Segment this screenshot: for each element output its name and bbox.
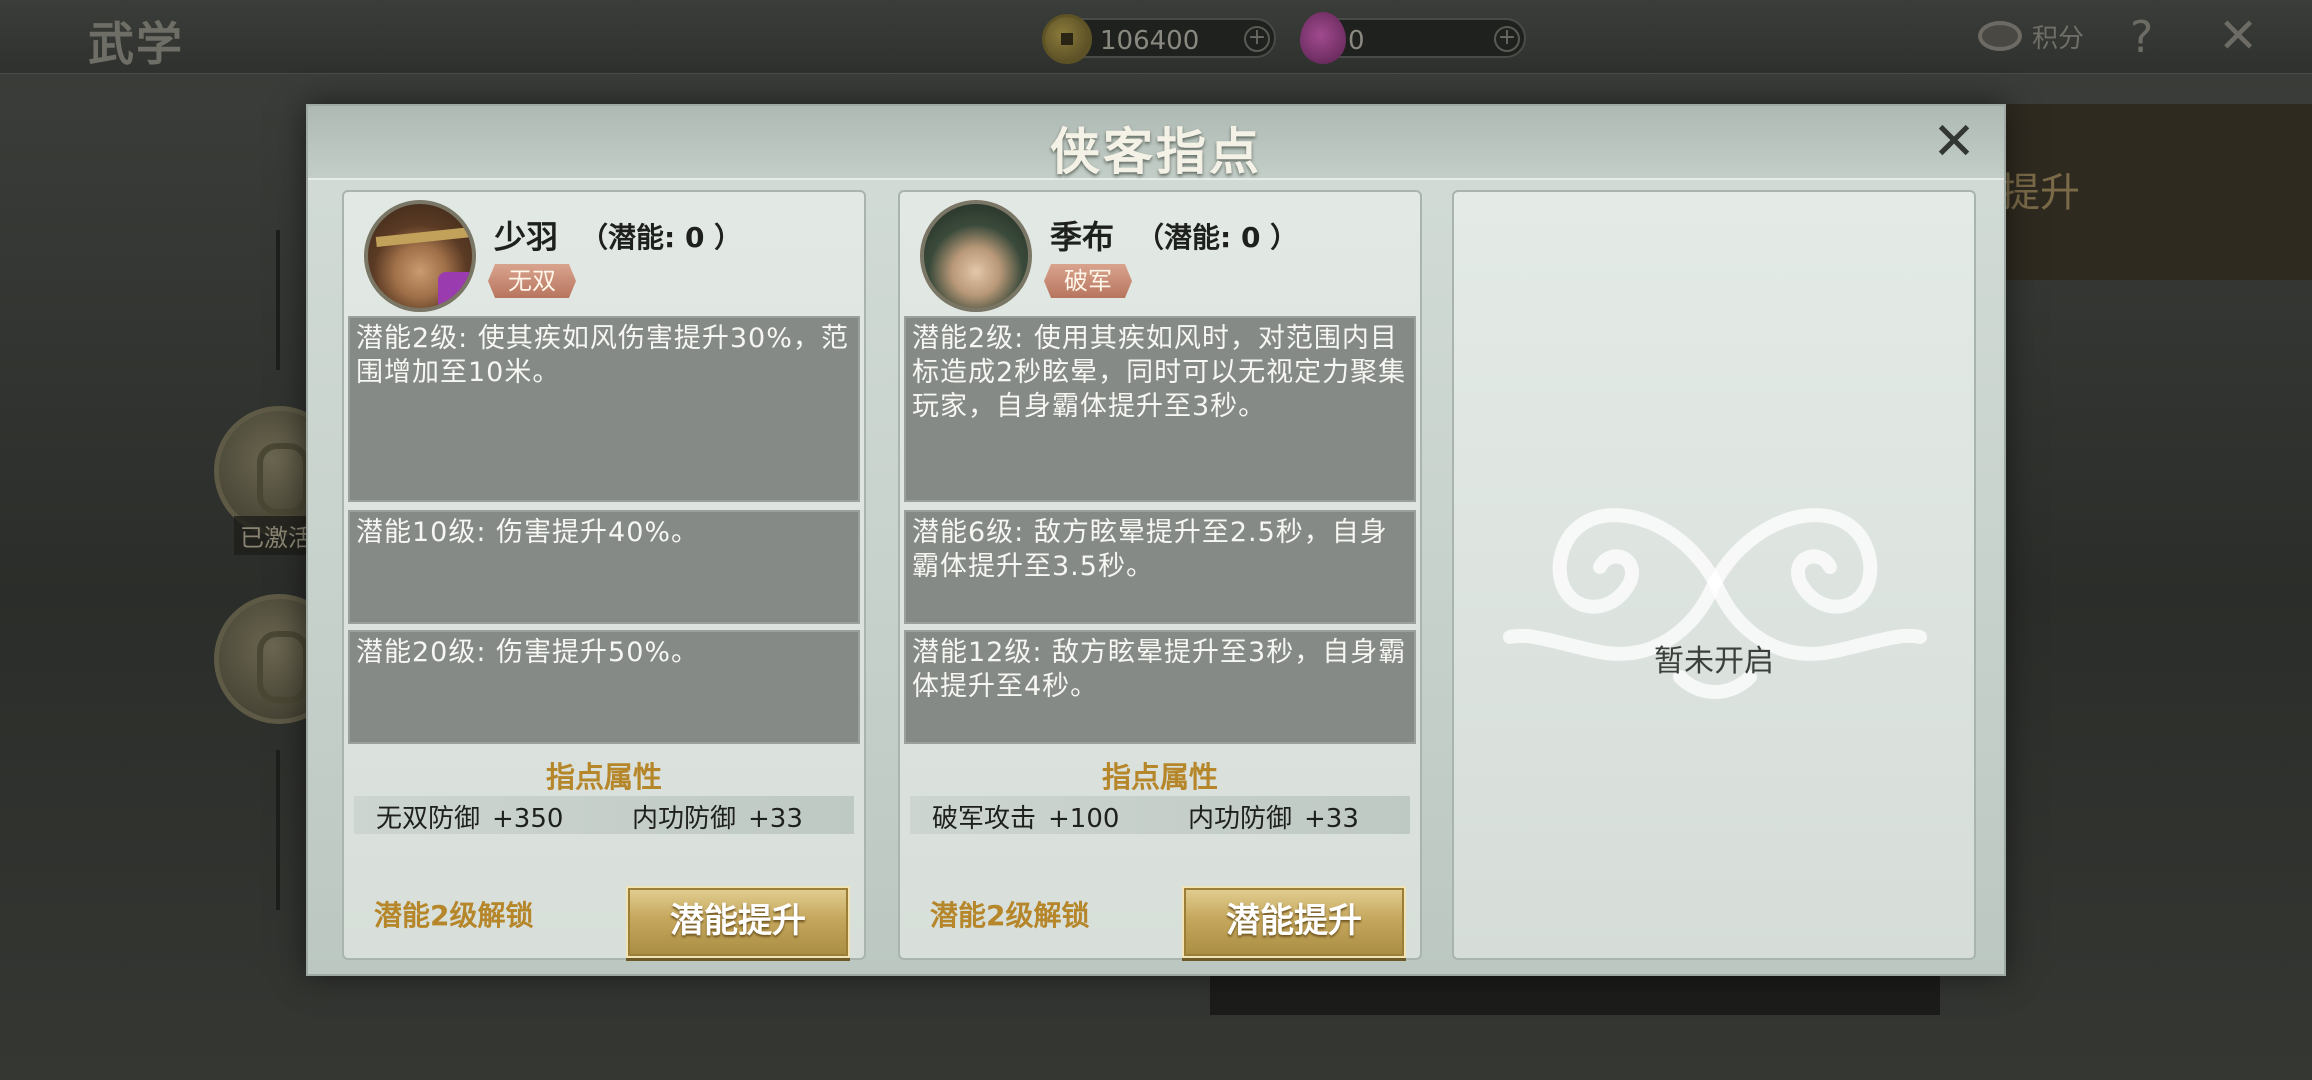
exit-icon[interactable]: ✕ — [2218, 8, 2258, 64]
attribute-value: +350 — [492, 804, 564, 834]
hero-avatar[interactable] — [920, 200, 1032, 312]
hero-card: 少羽 （潜能: 0 ） 无双 潜能2级: 使其疾如风伤害提升30%，范围增加至1… — [342, 190, 866, 960]
gem-icon — [1300, 12, 1346, 64]
hero-name: 少羽 — [494, 218, 559, 256]
attribute-value: +33 — [748, 804, 803, 834]
attribute-value: +100 — [1048, 804, 1120, 834]
score-label: 积分 — [2032, 23, 2085, 54]
mentor-dialog: 侠客指点 ✕ 少羽 （潜能: 0 ） 无双 潜能2级: 使其疾如风伤害提升30%… — [306, 104, 2006, 976]
score-icon — [1978, 21, 2022, 51]
attribute-title: 指点属性 — [545, 760, 662, 794]
timeline-line — [276, 750, 280, 910]
background-panel-text: 提升 — [2000, 170, 2080, 216]
locked-slot: 暂未开启 — [1452, 190, 1976, 960]
attribute-name: 内功防御 — [632, 804, 737, 834]
potential-description: 潜能20级: 伤害提升50%。 — [348, 630, 860, 744]
gem-counter: 0 + — [1300, 12, 1526, 64]
score-button[interactable]: 积分 — [1978, 16, 2084, 56]
add-gems-button[interactable]: + — [1494, 26, 1520, 52]
attribute-row: 破军攻击 +100 内功防御 +33 — [910, 796, 1410, 834]
hero-card: 季布 （潜能: 0 ） 破军 潜能2级: 使用其疾如风时，对范围内目标造成2秒眩… — [898, 190, 1422, 960]
potential-description: 潜能2级: 使用其疾如风时，对范围内目标造成2秒眩晕，同时可以无视定力聚集玩家，… — [904, 316, 1416, 502]
page-title: 武学 — [88, 17, 184, 71]
attribute-value: +33 — [1304, 804, 1359, 834]
coin-counter: 106400 + — [1042, 14, 1276, 64]
attribute-name: 内功防御 — [1188, 804, 1293, 834]
robe-decoration — [438, 272, 472, 308]
locked-text: 暂未开启 — [1654, 644, 1774, 679]
attribute-item: 破军攻击 +100 — [932, 798, 1119, 835]
attribute-item: 无双防御 +350 — [376, 798, 563, 835]
timeline-line — [276, 230, 280, 370]
help-icon[interactable]: ? — [2130, 12, 2153, 63]
potential-description: 潜能6级: 敌方眩晕提升至2.5秒，自身霸体提升至3.5秒。 — [904, 510, 1416, 624]
potential-description: 潜能12级: 敌方眩晕提升至3秒，自身霸体提升至4秒。 — [904, 630, 1416, 744]
hero-avatar[interactable] — [364, 200, 476, 312]
top-bar: 武学 106400 + 0 + 积分 ? ✕ — [0, 0, 2312, 74]
coin-amount: 106400 — [1100, 26, 1200, 56]
hero-class-tag: 破军 — [1044, 264, 1132, 298]
attribute-name: 破军攻击 — [932, 804, 1037, 834]
attribute-item: 内功防御 +33 — [632, 798, 803, 835]
upgrade-potential-button[interactable]: 潜能提升 — [626, 886, 850, 958]
hero-potential: （潜能: 0 ） — [580, 221, 743, 254]
add-coins-button[interactable]: + — [1244, 26, 1270, 52]
attribute-item: 内功防御 +33 — [1188, 798, 1359, 835]
hero-class-tag: 无双 — [488, 264, 576, 298]
dialog-title: 侠客指点 — [1050, 122, 1262, 181]
attribute-row: 无双防御 +350 内功防御 +33 — [354, 796, 854, 834]
attribute-title: 指点属性 — [1101, 760, 1218, 794]
gem-amount: 0 — [1348, 26, 1365, 56]
close-button[interactable]: ✕ — [1926, 116, 1982, 172]
potential-description: 潜能10级: 伤害提升40%。 — [348, 510, 860, 624]
hero-potential: （潜能: 0 ） — [1136, 221, 1299, 254]
coin-icon — [1042, 14, 1092, 64]
attribute-name: 无双防御 — [376, 804, 481, 834]
headband-decoration — [375, 227, 472, 247]
hero-name: 季布 — [1050, 218, 1115, 256]
unlock-text: 潜能2级解锁 — [374, 899, 534, 932]
potential-description: 潜能2级: 使其疾如风伤害提升30%，范围增加至10米。 — [348, 316, 860, 502]
unlock-text: 潜能2级解锁 — [930, 899, 1090, 932]
upgrade-potential-button[interactable]: 潜能提升 — [1182, 886, 1406, 958]
dialog-header: 侠客指点 ✕ — [308, 106, 2004, 181]
